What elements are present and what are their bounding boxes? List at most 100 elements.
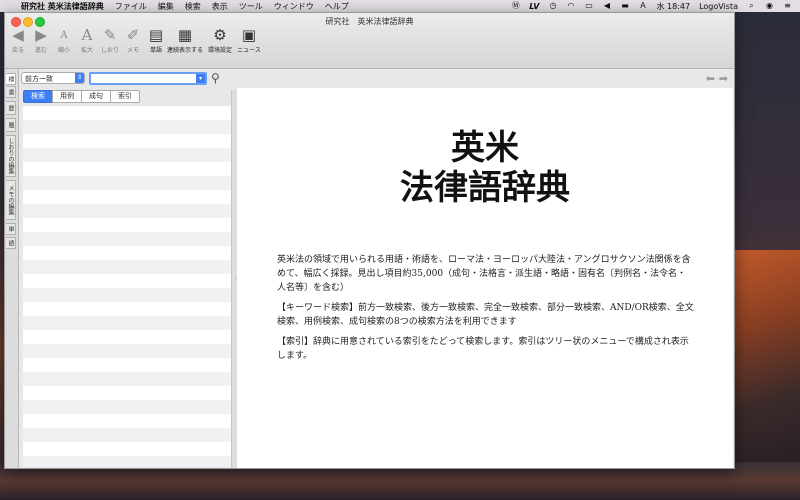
list-item (23, 274, 231, 288)
results-list[interactable] (23, 106, 232, 467)
search-mode-value: 前方一致 (25, 75, 53, 83)
list-item (23, 190, 231, 204)
continuous-display-icon: ▦ (177, 26, 193, 44)
logovista-status-icon[interactable]: Ⓜ (511, 2, 520, 10)
tab-search[interactable]: 検索 (23, 90, 53, 103)
user-icon[interactable]: ◉ (765, 2, 774, 10)
volume-icon[interactable]: ◀ (602, 2, 611, 10)
search-bar: 前方一致 ⇕ ▾ ⚲ ⬅ ➡ (19, 70, 733, 88)
prev-entry-arrow-icon[interactable]: ⬅ (706, 72, 715, 85)
logovista-label[interactable]: LogoVista (699, 2, 738, 11)
forward-button[interactable]: ▶ 進む (30, 26, 52, 55)
list-item (23, 260, 231, 274)
dictionary-description: 英米法の領域で用いられる用語・術語を、ローマ法・ヨーロッパ大陸法・アングロサクソ… (277, 253, 695, 369)
gear-icon: ⚙ (213, 26, 227, 44)
spotlight-search-icon[interactable]: ⌕ (747, 2, 756, 10)
continuous-display-button[interactable]: ▦ 連続表示する (167, 26, 203, 55)
input-source-icon[interactable]: Ａ (638, 2, 647, 10)
bookmark-icon: ✎ (103, 26, 117, 44)
preferences-button[interactable]: ⚙ 環境設定 (203, 26, 237, 55)
side-tab-search[interactable]: 検 (6, 73, 16, 85)
list-item (23, 218, 231, 232)
news-icon: ▣ (241, 26, 257, 44)
menu-edit[interactable]: 編集 (158, 1, 174, 12)
dictionary-title-line1: 英米 (451, 128, 519, 168)
list-item (23, 400, 231, 414)
list-item (23, 134, 231, 148)
side-tab-record[interactable]: 履 (6, 118, 16, 132)
toolbar: ◀ 戻る ▶ 進む A 縮小 A 拡大 ✎ しおり ✐ メモ ▤ 単語 ▦ 連続… (7, 26, 261, 55)
menu-window[interactable]: ウィンドウ (274, 1, 314, 12)
tab-index[interactable]: 索引 (110, 90, 140, 103)
select-arrows-icon: ⇕ (75, 73, 84, 83)
wifi-icon[interactable]: ◠ (566, 2, 575, 10)
app-menu[interactable]: 研究社 英米法律語辞典 (21, 1, 104, 12)
bookmark-button[interactable]: ✎ しおり (99, 26, 121, 55)
search-mode-select[interactable]: 前方一致 ⇕ (21, 72, 85, 84)
list-item (23, 358, 231, 372)
forward-arrow-icon: ▶ (35, 26, 47, 44)
side-tab-memo-edit[interactable]: メモの編集 (6, 180, 16, 220)
index-paragraph: 【索引】辞典に用意されている索引をたどって検索します。索引はツリー状のメニューで… (277, 337, 689, 361)
list-item (23, 232, 231, 246)
search-input[interactable]: ▾ (89, 72, 207, 85)
side-tab-history[interactable]: 歴 (6, 101, 16, 115)
side-tab-word[interactable]: 単 (6, 223, 16, 235)
menu-tools[interactable]: ツール (239, 1, 263, 12)
memo-icon: ✐ (126, 26, 140, 44)
notification-center-icon[interactable]: ≡ (783, 2, 792, 10)
tab-examples[interactable]: 用例 (52, 90, 82, 103)
dictionary-title: 英米 法律語辞典 (237, 128, 733, 208)
list-item (23, 106, 231, 120)
title-bar: 研究社 英米法律語辞典 ◀ 戻る ▶ 進む A 縮小 A 拡大 ✎ しおり ✐ … (5, 13, 734, 69)
side-tab-bookmark-edit[interactable]: しおりの編集 (6, 135, 16, 177)
list-item (23, 120, 231, 134)
clock[interactable]: 水 18:47 (656, 1, 690, 12)
content-pane: 英米 法律語辞典 英米法の領域で用いられる用語・術語を、ローマ法・ヨーロッパ大陸… (237, 88, 733, 468)
news-button[interactable]: ▣ ニュース (237, 26, 261, 55)
list-item (23, 372, 231, 386)
battery-icon[interactable]: ▬ (620, 2, 629, 10)
list-item (23, 456, 231, 467)
list-item (23, 148, 231, 162)
menu-bar: 研究社 英米法律語辞典 ファイル 編集 検索 表示 ツール ウィンドウ ヘルプ … (0, 0, 800, 12)
tab-phrases[interactable]: 成句 (81, 90, 111, 103)
chevron-down-icon[interactable]: ▾ (196, 74, 205, 83)
next-entry-arrow-icon[interactable]: ➡ (719, 72, 728, 85)
list-item (23, 386, 231, 400)
back-arrow-icon: ◀ (12, 26, 24, 44)
memo-button[interactable]: ✐ メモ (122, 26, 144, 55)
description-paragraph: 英米法の領域で用いられる用語・術語を、ローマ法・ヨーロッパ大陸法・アングロサクソ… (277, 255, 691, 293)
word-book-button[interactable]: ▤ 単語 (145, 26, 167, 55)
back-button[interactable]: ◀ 戻る (7, 26, 29, 55)
side-tab-vocab[interactable]: 語 (6, 237, 16, 249)
side-tab-strip: 検 書 歴 履 しおりの編集 メモの編集 単 語 (5, 69, 19, 468)
list-item (23, 344, 231, 358)
list-item (23, 162, 231, 176)
search-type-tabs: 検索 用例 成句 索引 (23, 90, 140, 103)
enlarge-font-button[interactable]: A 拡大 (76, 26, 98, 55)
list-item (23, 246, 231, 260)
font-larger-icon: A (81, 26, 93, 44)
app-window: 研究社 英米法律語辞典 ◀ 戻る ▶ 進む A 縮小 A 拡大 ✎ しおり ✐ … (4, 12, 735, 469)
font-smaller-icon: A (60, 30, 68, 41)
list-item (23, 288, 231, 302)
menu-file[interactable]: ファイル (115, 1, 147, 12)
list-item (23, 428, 231, 442)
menu-view[interactable]: 表示 (212, 1, 228, 12)
lv-status-label[interactable]: LV (529, 2, 539, 11)
list-item (23, 176, 231, 190)
list-item (23, 204, 231, 218)
keyword-search-paragraph: 【キーワード検索】前方一致検索、後方一致検索、完全一致検索、部分一致検索、AND… (277, 303, 694, 327)
search-icon[interactable]: ⚲ (211, 71, 220, 85)
dictionary-title-line2: 法律語辞典 (400, 168, 570, 208)
list-item (23, 330, 231, 344)
menu-help[interactable]: ヘルプ (325, 1, 349, 12)
shrink-font-button[interactable]: A 縮小 (53, 27, 75, 54)
list-item (23, 316, 231, 330)
airplay-icon[interactable]: ▭ (584, 2, 593, 10)
word-book-icon: ▤ (148, 26, 164, 44)
menu-search[interactable]: 検索 (185, 1, 201, 12)
sync-icon[interactable]: ◷ (548, 2, 557, 10)
side-tab-book[interactable]: 書 (6, 86, 16, 98)
